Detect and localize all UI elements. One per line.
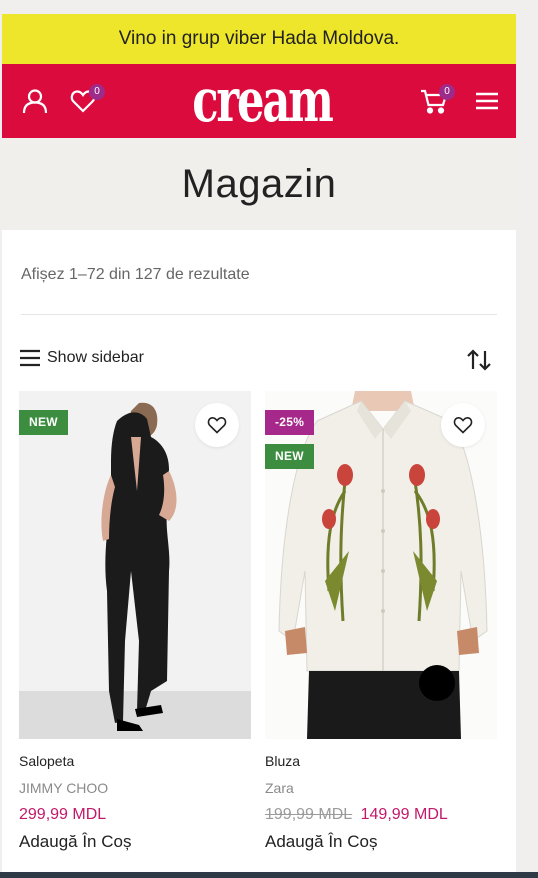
discount-badge: -25% [265,410,315,435]
new-badge: NEW [19,410,68,435]
page-title: Magazin [181,161,337,206]
product-card[interactable]: NEW Salopeta JIMMY CHOO 299,99 MDL Adaug… [19,391,251,852]
cart-count-badge: 0 [439,84,455,100]
results-count: Afișez 1–72 din 127 de rezultate [21,266,250,283]
current-price: 149,99 MDL [360,806,448,823]
old-price: 199,99 MDL [265,806,353,823]
product-image[interactable]: -25% NEW [265,391,497,739]
cream-logo[interactable]: cream [192,70,334,132]
heart-outline-icon [453,416,473,434]
product-price: 199,99 MDL 149,99 MDL [265,806,497,824]
product-brand[interactable]: Zara [265,780,497,796]
product-name[interactable]: Salopeta [19,753,251,769]
product-image[interactable]: NEW [19,391,251,739]
hamburger-icon [20,349,40,367]
page-title-band: Magazin [2,138,516,230]
bottom-strip [0,872,538,878]
add-to-cart-button[interactable]: Adaugă În Coș [19,832,251,852]
sort-arrows-icon [467,349,491,371]
cart-button[interactable] [419,64,449,138]
promo-bar[interactable]: Vino in grup viber Hada Moldova. [2,14,516,64]
heart-outline-icon [207,416,227,434]
new-badge: NEW [265,444,314,469]
product-name[interactable]: Bluza [265,753,497,769]
add-to-wishlist-button[interactable] [441,403,485,447]
show-sidebar-button[interactable]: Show sidebar [19,349,144,367]
account-button[interactable] [18,64,52,138]
site-header: 0 cream 0 [2,64,516,138]
sort-button[interactable] [466,349,492,376]
promo-text[interactable]: Vino in grup viber Hada Moldova. [119,28,400,50]
wishlist-button[interactable] [68,64,98,138]
add-to-wishlist-button[interactable] [195,403,239,447]
wishlist-count-badge: 0 [89,84,105,100]
user-icon [22,89,48,114]
product-grid: NEW Salopeta JIMMY CHOO 299,99 MDL Adaug… [19,391,497,861]
menu-icon [476,92,498,110]
menu-button[interactable] [474,64,500,138]
show-sidebar-label[interactable]: Show sidebar [47,349,144,367]
product-price: 299,99 MDL [19,806,251,824]
add-to-cart-button[interactable]: Adaugă În Coș [265,832,497,852]
product-card[interactable]: -25% NEW Bluza Zara 199,99 MDL 149,99 MD… [265,391,497,852]
current-price: 299,99 MDL [19,806,107,823]
product-brand[interactable]: JIMMY CHOO [19,780,251,796]
